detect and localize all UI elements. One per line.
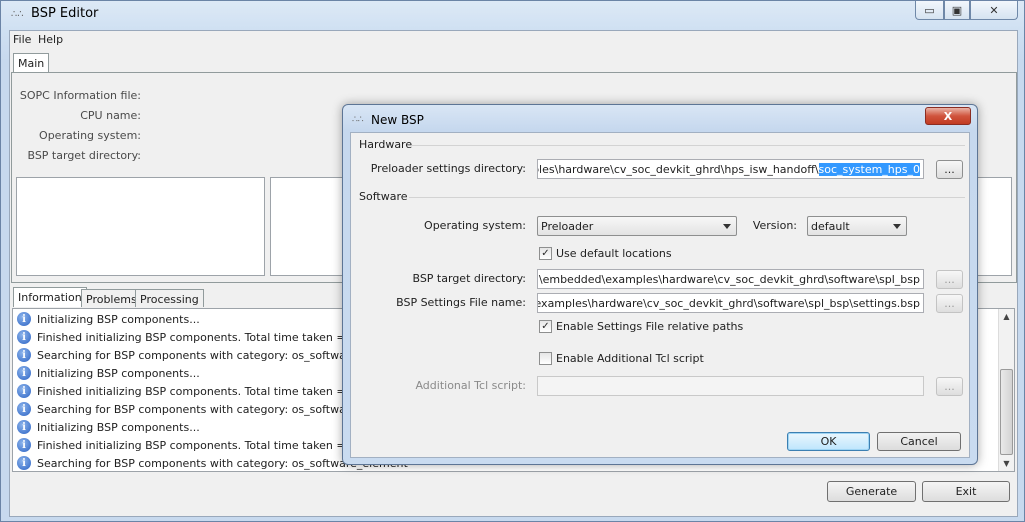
preloader-dir-field[interactable]: \examples\hardware\cv_soc_devkit_ghrd\hp… [537,159,924,179]
checkmark-icon: ✓ [539,320,552,333]
os-label: Operating system: [424,219,526,232]
relative-paths-checkbox[interactable]: ✓ Enable Settings File relative paths [539,320,743,333]
info-icon: i [17,348,31,362]
scroll-thumb[interactable] [1000,369,1013,455]
bsp-settings-file-field[interactable]: edded\examples\hardware\cv_soc_devkit_gh… [537,293,924,313]
tcl-script-field[interactable] [537,376,924,396]
info-icon: i [17,330,31,344]
dialog-icon: ∴∴ [352,115,364,125]
info-icon: i [17,312,31,326]
dialog-close-button[interactable]: X [925,107,971,125]
version-label: Version: [752,219,797,232]
tab-processing[interactable]: Processing [135,289,204,307]
close-button[interactable]: ✕ [970,1,1018,20]
preloader-dir-label: Preloader settings directory: [370,162,526,175]
scroll-up-icon[interactable]: ▲ [999,309,1014,324]
bsp-dir-browse-button[interactable]: ... [936,270,963,289]
bsp-target-dir-field[interactable]: era\13.1\embedded\examples\hardware\cv_s… [537,269,924,289]
generate-button[interactable]: Generate [827,481,916,502]
tcl-script-label: Additional Tcl script: [415,379,526,392]
hardware-separator [411,145,965,146]
log-scrollbar[interactable]: ▲ ▼ [998,309,1014,471]
menu-bar: File Help [10,31,1017,49]
tab-problems[interactable]: Problems [81,289,142,307]
info-icon: i [17,402,31,416]
minimize-button[interactable]: ▭ [915,1,944,20]
info-icon: i [17,456,31,470]
close-icon: X [943,109,953,123]
ok-button[interactable]: OK [787,432,870,451]
maximize-icon: ▣ [951,3,963,17]
use-default-locations-checkbox[interactable]: ✓ Use default locations [539,247,672,260]
settings-browse-button[interactable]: ... [936,294,963,313]
preloader-browse-button[interactable]: ... [936,160,963,179]
software-separator [409,197,965,198]
checkmark-icon: ✓ [539,247,552,260]
log-line: i Initializing BSP components... [17,418,200,436]
bsp-target-dir-label: BSP target directory: [412,272,526,285]
operating-system-label: Operating system: [39,129,141,142]
title-bar[interactable]: ∴∴ BSP Editor ▭ ▣ ✕ [1,1,1024,29]
window-title: BSP Editor [31,6,99,21]
selected-text: soc_system_hps_0 [818,162,920,176]
hardware-group-label: Hardware [359,138,413,151]
dialog-title: New BSP [371,113,424,127]
software-group-label: Software [359,190,408,203]
maximize-button[interactable]: ▣ [944,1,970,20]
unchecked-box-icon [539,352,552,365]
tcl-browse-button[interactable]: ... [936,377,963,396]
sopc-info-label: SOPC Information file: [19,89,141,102]
dialog-client-area: Hardware Preloader settings directory: \… [350,132,970,458]
exit-button[interactable]: Exit [922,481,1010,502]
os-select[interactable]: Preloader [537,216,737,236]
new-bsp-dialog: ∴∴ New BSP X Hardware Preloader settings… [342,104,978,465]
settings-tree-panel[interactable] [16,177,265,276]
chevron-down-icon [723,224,731,229]
minimize-icon: ▭ [924,3,935,17]
menu-file[interactable]: File [13,33,31,46]
cpu-name-label: CPU name: [80,109,141,122]
info-icon: i [17,366,31,380]
version-select[interactable]: default [807,216,907,236]
enable-tcl-checkbox[interactable]: Enable Additional Tcl script [539,352,704,365]
tab-main[interactable]: Main [13,53,50,73]
scroll-down-icon[interactable]: ▼ [999,456,1014,471]
log-line: i Initializing BSP components... [17,364,200,382]
log-line: i Initializing BSP components... [17,310,200,328]
app-icon: ∴∴ [11,9,24,20]
bsp-settings-file-label: BSP Settings File name: [396,296,526,309]
bsp-target-dir-label: BSP target directory: [27,149,141,162]
close-icon: ✕ [989,3,999,17]
info-icon: i [17,438,31,452]
chevron-down-icon [893,224,901,229]
tab-information[interactable]: Information [13,287,87,307]
menu-help[interactable]: Help [38,33,63,46]
cancel-button[interactable]: Cancel [877,432,961,451]
info-icon: i [17,420,31,434]
info-icon: i [17,384,31,398]
